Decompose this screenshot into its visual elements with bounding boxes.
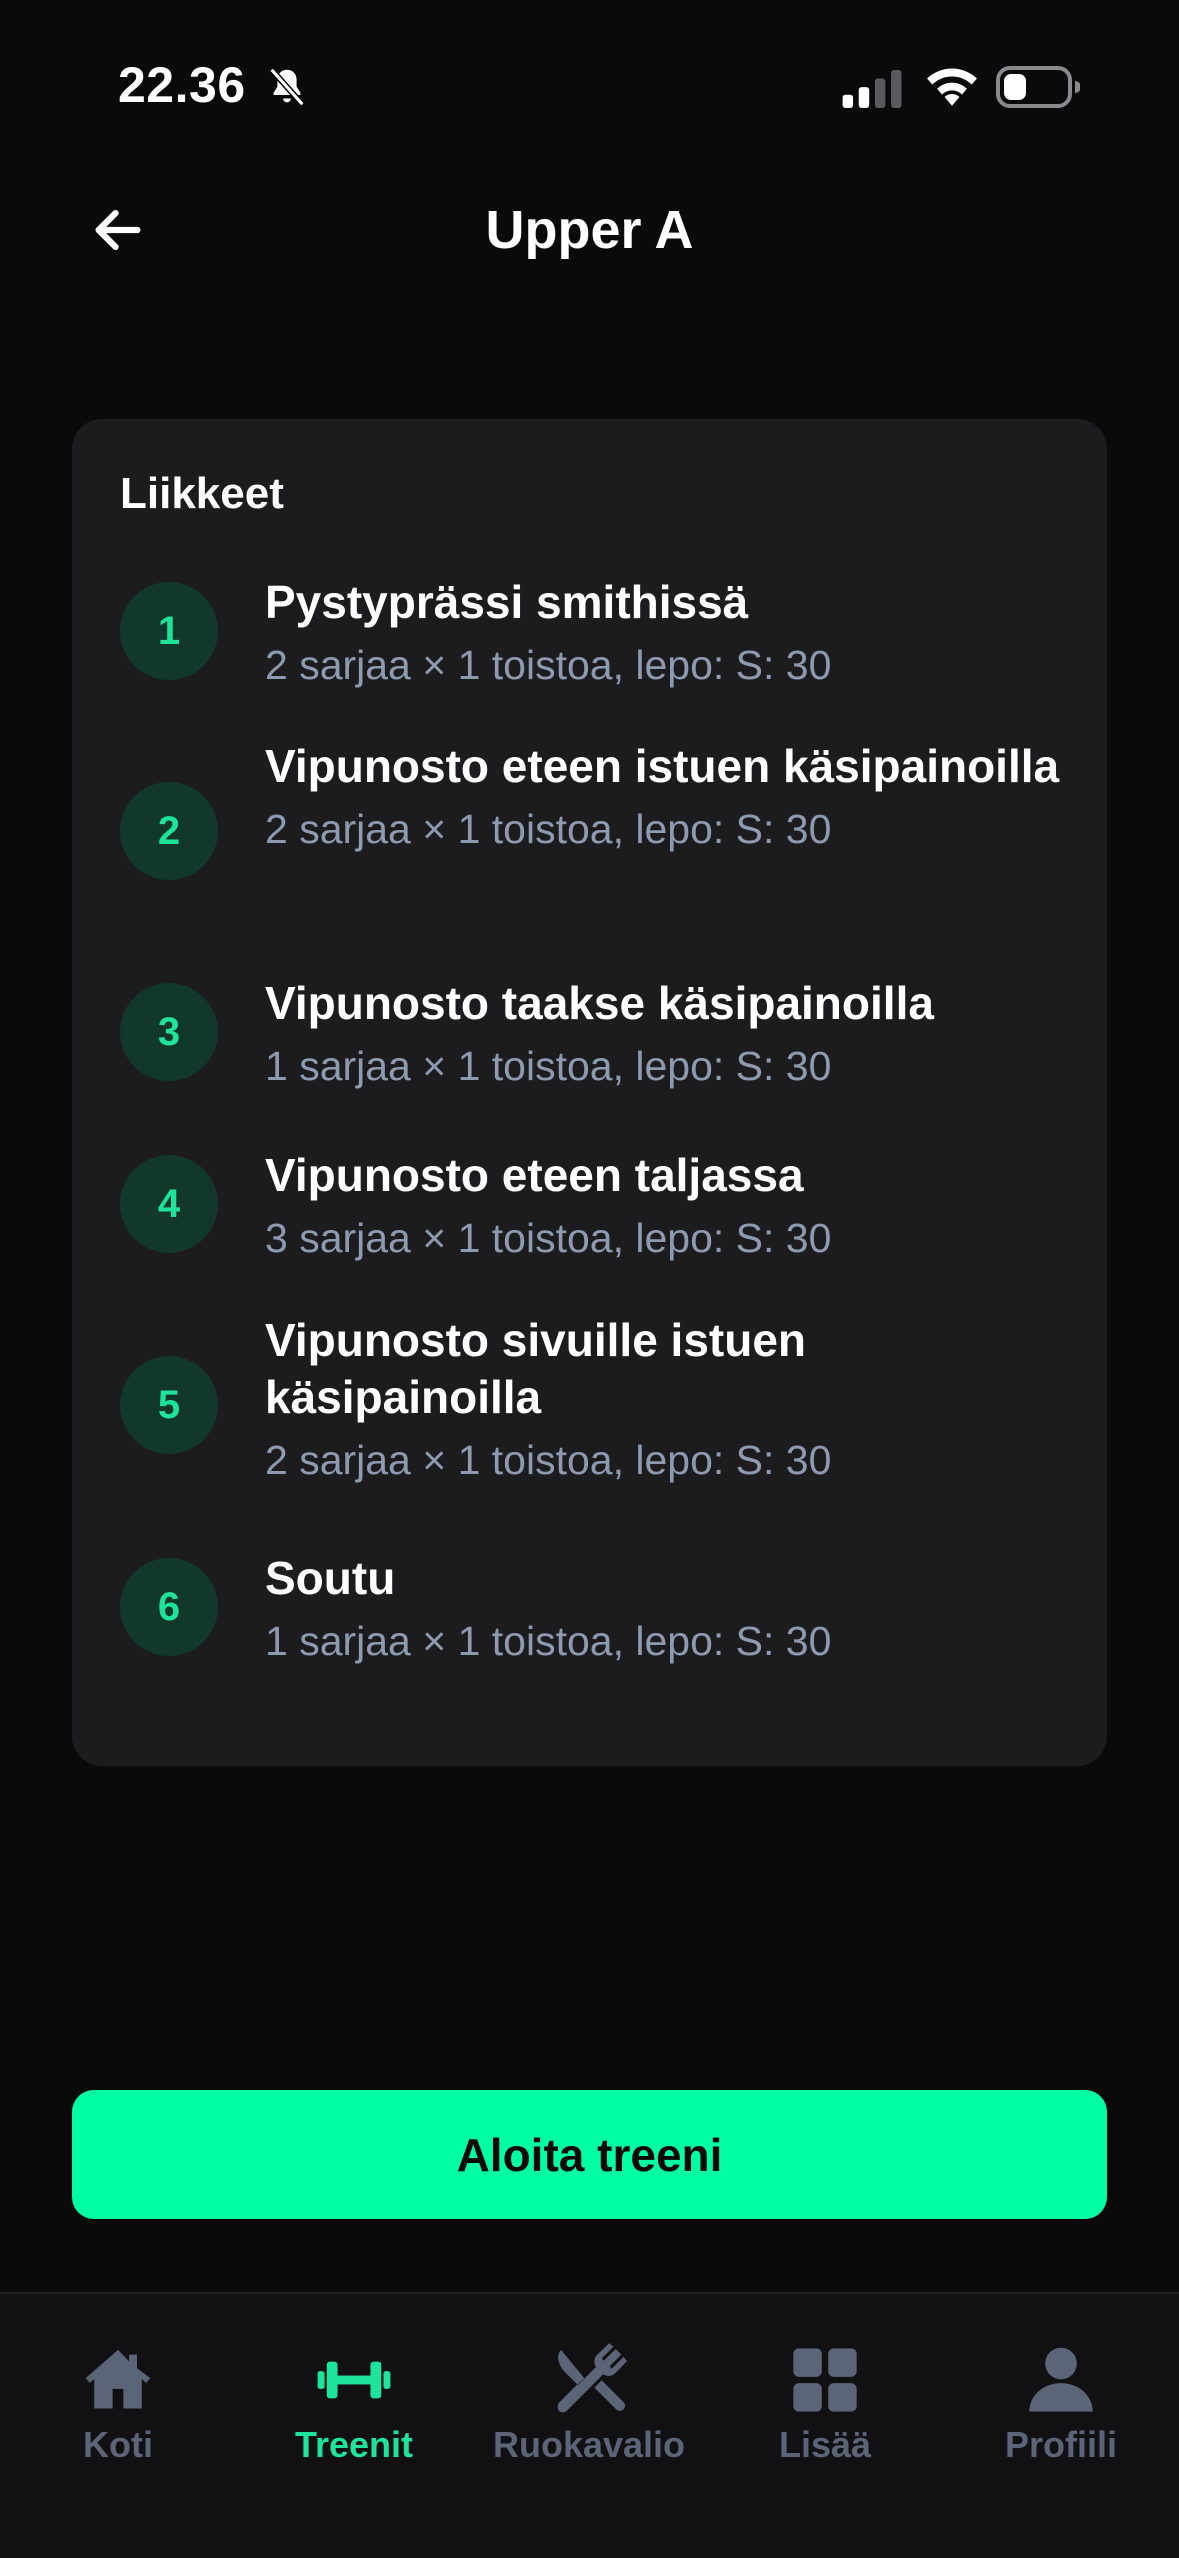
exercise-detail: 3 sarjaa × 1 toistoa, lepo: S: 30 bbox=[265, 1215, 832, 1261]
exercise-number-badge: 6 bbox=[120, 1558, 218, 1656]
nav-item-koti[interactable]: Koti bbox=[0, 2342, 236, 2482]
exercise-card: Liikkeet 1 Pystyprässi smithissä 2 sarja… bbox=[72, 419, 1107, 1766]
nav-label: Ruokavalio bbox=[492, 2424, 686, 2465]
nav-label: Profiili bbox=[1004, 2424, 1117, 2465]
nav-item-lisaa[interactable]: Lisää bbox=[707, 2342, 943, 2482]
exercise-detail: 2 sarjaa × 1 toistoa, lepo: S: 30 bbox=[265, 806, 832, 852]
exercise-text: Vipunosto sivuille istuen käsipainoilla … bbox=[265, 1312, 1065, 1486]
status-bar: 22.36 bbox=[0, 0, 1179, 170]
page-title: Upper A bbox=[485, 200, 694, 260]
exercise-text: Vipunosto eteen istuen käsipainoilla 2 s… bbox=[265, 738, 1065, 855]
exercise-number-badge: 1 bbox=[120, 582, 218, 680]
wifi-icon bbox=[927, 68, 977, 106]
exercise-name: Vipunosto eteen taljassa bbox=[265, 1149, 804, 1201]
exercise-name: Vipunosto taakse käsipainoilla bbox=[265, 977, 934, 1029]
home-icon bbox=[85, 2349, 151, 2409]
nav-item-treenit[interactable]: Treenit bbox=[236, 2342, 472, 2482]
exercise-text: Soutu 1 sarjaa × 1 toistoa, lepo: S: 30 bbox=[265, 1550, 1065, 1667]
exercise-text: Pystyprässi smithissä 2 sarjaa × 1 toist… bbox=[265, 574, 1065, 691]
exercise-detail: 1 sarjaa × 1 toistoa, lepo: S: 30 bbox=[265, 1043, 832, 1089]
exercise-number-badge: 4 bbox=[120, 1155, 218, 1253]
grid-icon bbox=[793, 2348, 857, 2412]
nav-item-ruokavalio[interactable]: Ruokavalio bbox=[471, 2342, 707, 2482]
exercise-name: Vipunosto eteen istuen käsipainoilla bbox=[265, 740, 1060, 792]
battery-icon bbox=[996, 66, 1080, 108]
nav-label: Treenit bbox=[294, 2424, 414, 2465]
fork-knife-icon bbox=[557, 2343, 627, 2413]
exercise-detail: 2 sarjaa × 1 toistoa, lepo: S: 30 bbox=[265, 1437, 832, 1483]
exercise-text: Vipunosto eteen taljassa 3 sarjaa × 1 to… bbox=[265, 1147, 1065, 1264]
bell-off-icon bbox=[269, 67, 305, 107]
nav-item-profiili[interactable]: Profiili bbox=[943, 2342, 1179, 2482]
exercise-number-badge: 5 bbox=[120, 1356, 218, 1454]
nav-label: Koti bbox=[83, 2424, 153, 2465]
exercise-name: Soutu bbox=[265, 1552, 396, 1604]
signal-icon bbox=[842, 70, 902, 108]
exercise-number-badge: 3 bbox=[120, 983, 218, 1081]
exercise-name: Vipunosto sivuille istuen käsipainoilla bbox=[265, 1314, 807, 1423]
card-title: Liikkeet bbox=[120, 469, 284, 518]
dumbbell-icon bbox=[317, 2361, 391, 2399]
bottom-nav: Koti Treenit Ruokavalio Lisää Profiili bbox=[0, 2292, 1179, 2558]
start-workout-button[interactable]: Aloita treeni bbox=[72, 2090, 1107, 2219]
exercise-detail: 2 sarjaa × 1 toistoa, lepo: S: 30 bbox=[265, 642, 832, 688]
exercise-text: Vipunosto taakse käsipainoilla 1 sarjaa … bbox=[265, 975, 1065, 1092]
exercise-name: Pystyprässi smithissä bbox=[265, 576, 749, 628]
nav-label: Lisää bbox=[778, 2424, 872, 2465]
status-time: 22.36 bbox=[118, 57, 246, 113]
user-icon bbox=[1029, 2347, 1093, 2412]
exercise-number-badge: 2 bbox=[120, 782, 218, 880]
exercise-detail: 1 sarjaa × 1 toistoa, lepo: S: 30 bbox=[265, 1618, 832, 1664]
header: Upper A bbox=[0, 170, 1179, 290]
